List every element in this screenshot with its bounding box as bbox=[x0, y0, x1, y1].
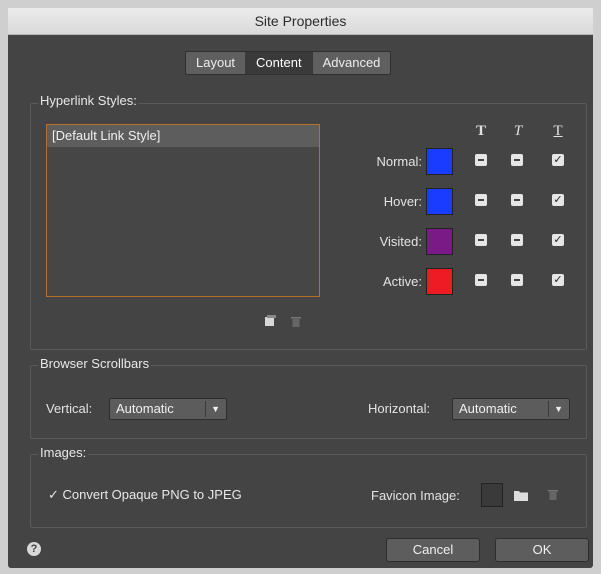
visited-label: Visited: bbox=[379, 234, 422, 249]
active-italic-checkbox[interactable] bbox=[511, 274, 523, 286]
normal-bold-checkbox[interactable] bbox=[475, 154, 487, 166]
trash-icon[interactable] bbox=[290, 315, 302, 327]
italic-column-header: T bbox=[513, 123, 523, 139]
chevron-down-icon: ▼ bbox=[554, 404, 563, 414]
hover-color-swatch[interactable] bbox=[426, 188, 453, 215]
bold-column-header: T bbox=[475, 123, 486, 139]
hyperlink-styles-label: Hyperlink Styles: bbox=[38, 93, 139, 108]
vertical-scrollbar-select[interactable]: Automatic ▼ bbox=[109, 398, 227, 420]
tab-bar: Layout Content Advanced bbox=[185, 51, 392, 75]
convert-png-checkbox[interactable]: ✓ Convert Opaque PNG to JPEG bbox=[48, 487, 242, 503]
ok-button[interactable]: OK bbox=[495, 538, 589, 562]
underline-column-header: T bbox=[553, 123, 563, 139]
convert-png-label: Convert Opaque PNG to JPEG bbox=[62, 487, 242, 502]
folder-icon[interactable] bbox=[514, 489, 528, 501]
images-label: Images: bbox=[38, 445, 89, 460]
link-style-list[interactable]: [Default Link Style] bbox=[46, 124, 320, 297]
help-icon[interactable]: ? bbox=[27, 542, 41, 556]
favicon-preview[interactable] bbox=[481, 483, 503, 507]
vertical-label: Vertical: bbox=[46, 401, 93, 416]
favicon-label: Favicon Image: bbox=[371, 488, 460, 503]
window-title: Site Properties bbox=[8, 8, 593, 35]
tab-layout[interactable]: Layout bbox=[186, 52, 247, 74]
horizontal-scrollbar-select[interactable]: Automatic ▼ bbox=[452, 398, 570, 420]
active-underline-checkbox[interactable]: ✓ bbox=[552, 274, 564, 286]
horizontal-select-value: Automatic bbox=[459, 401, 517, 416]
horizontal-label: Horizontal: bbox=[368, 401, 431, 416]
tab-advanced[interactable]: Advanced bbox=[312, 52, 391, 74]
normal-italic-checkbox[interactable] bbox=[511, 154, 523, 166]
cancel-button[interactable]: Cancel bbox=[386, 538, 480, 562]
hover-bold-checkbox[interactable] bbox=[475, 194, 487, 206]
normal-underline-checkbox[interactable]: ✓ bbox=[552, 154, 564, 166]
browser-scrollbars-label: Browser Scrollbars bbox=[38, 356, 152, 371]
normal-label: Normal: bbox=[376, 154, 422, 169]
tab-content[interactable]: Content bbox=[246, 52, 313, 74]
visited-italic-checkbox[interactable] bbox=[511, 234, 523, 246]
list-item[interactable]: [Default Link Style] bbox=[47, 125, 319, 147]
active-bold-checkbox[interactable] bbox=[475, 274, 487, 286]
trash-icon[interactable] bbox=[547, 488, 559, 500]
visited-underline-checkbox[interactable]: ✓ bbox=[552, 234, 564, 246]
chevron-down-icon: ▼ bbox=[211, 404, 220, 414]
active-color-swatch[interactable] bbox=[426, 268, 453, 295]
normal-color-swatch[interactable] bbox=[426, 148, 453, 175]
active-label: Active: bbox=[382, 274, 422, 289]
visited-bold-checkbox[interactable] bbox=[475, 234, 487, 246]
new-style-icon[interactable] bbox=[264, 315, 276, 327]
site-properties-dialog: Site Properties Layout Content Advanced … bbox=[8, 8, 593, 568]
hover-italic-checkbox[interactable] bbox=[511, 194, 523, 206]
visited-color-swatch[interactable] bbox=[426, 228, 453, 255]
checkmark-icon: ✓ bbox=[48, 487, 59, 502]
hover-underline-checkbox[interactable]: ✓ bbox=[552, 194, 564, 206]
vertical-select-value: Automatic bbox=[116, 401, 174, 416]
hover-label: Hover: bbox=[383, 194, 422, 209]
